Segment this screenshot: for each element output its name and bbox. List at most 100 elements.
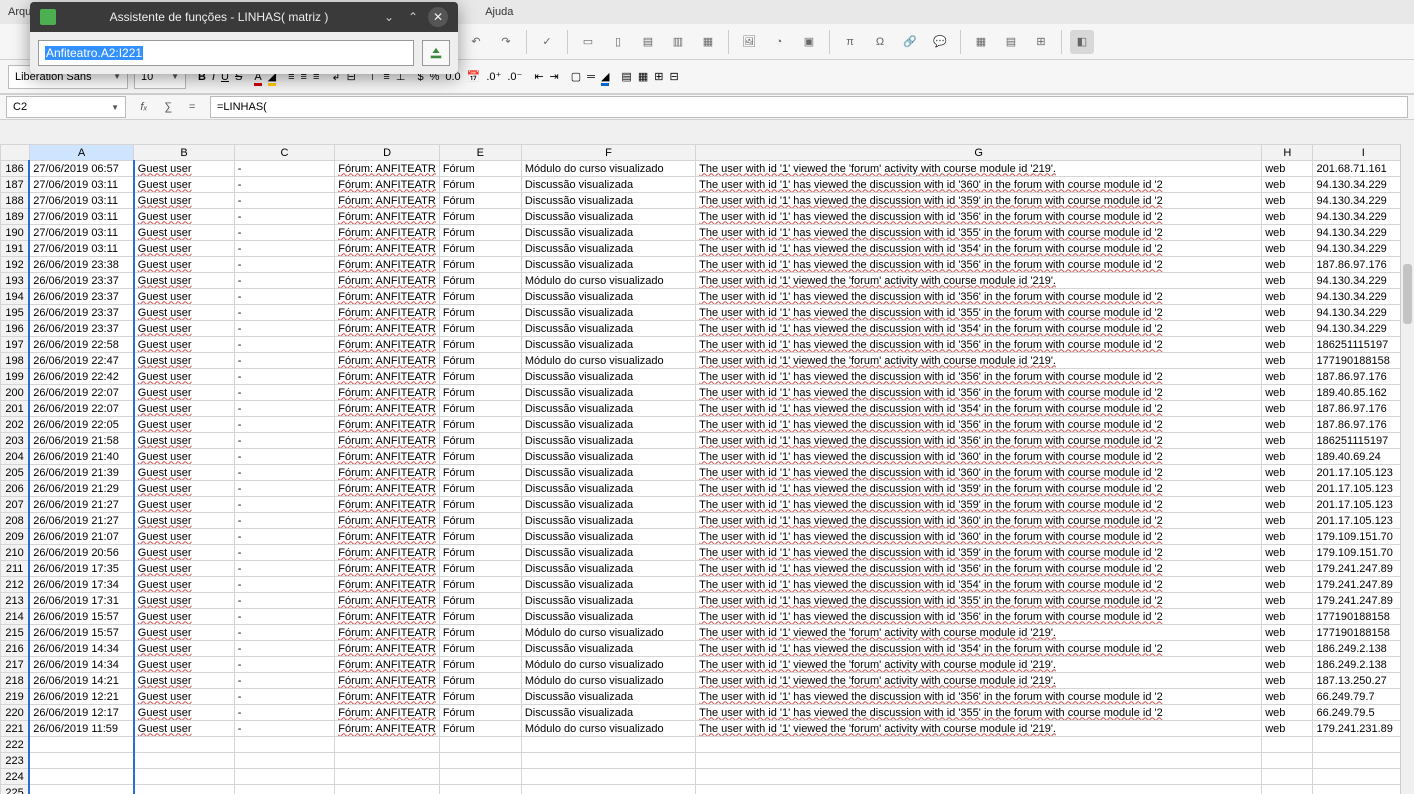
hyperlink-icon[interactable]: 🔗 — [898, 30, 922, 54]
headers-icon[interactable]: ▦ — [969, 30, 993, 54]
row-header[interactable]: 189 — [1, 209, 30, 225]
table-row[interactable]: 199 26/06/2019 22:42 Guest user - Fórum:… — [1, 369, 1414, 385]
sort-desc-icon[interactable]: ▥ — [666, 30, 690, 54]
row-header[interactable]: 204 — [1, 449, 30, 465]
sort-asc-icon[interactable]: ▤ — [636, 30, 660, 54]
indent-inc-icon[interactable]: ⇥ — [550, 70, 559, 83]
table-row[interactable]: 217 26/06/2019 14:34 Guest user - Fórum:… — [1, 657, 1414, 673]
row-header[interactable]: 188 — [1, 193, 30, 209]
table-row[interactable]: 219 26/06/2019 12:21 Guest user - Fórum:… — [1, 689, 1414, 705]
table-row[interactable]: 206 26/06/2019 21:29 Guest user - Fórum:… — [1, 481, 1414, 497]
col-header-G[interactable]: G — [696, 145, 1262, 161]
table-row[interactable]: 211 26/06/2019 17:35 Guest user - Fórum:… — [1, 561, 1414, 577]
table-row[interactable]: 223 — [1, 753, 1414, 769]
row-header[interactable]: 222 — [1, 737, 30, 753]
indent-dec-icon[interactable]: ⇤ — [534, 70, 543, 83]
table-row[interactable]: 195 26/06/2019 23:37 Guest user - Fórum:… — [1, 305, 1414, 321]
date-icon[interactable]: 📅 — [467, 70, 481, 83]
table-row[interactable]: 207 26/06/2019 21:27 Guest user - Fórum:… — [1, 497, 1414, 513]
table-row[interactable]: 225 — [1, 785, 1414, 794]
col-header-H[interactable]: H — [1262, 145, 1313, 161]
row-header[interactable]: 213 — [1, 593, 30, 609]
row-header[interactable]: 186 — [1, 161, 30, 177]
table-row[interactable]: 190 27/06/2019 03:11 Guest user - Fórum:… — [1, 225, 1414, 241]
row-header[interactable]: 219 — [1, 689, 30, 705]
spellcheck-icon[interactable]: ✓ — [535, 30, 559, 54]
sidebar-toggle-icon[interactable]: ◧ — [1070, 30, 1094, 54]
col-header-E[interactable]: E — [439, 145, 521, 161]
table-row[interactable]: 218 26/06/2019 14:21 Guest user - Fórum:… — [1, 673, 1414, 689]
split-icon[interactable]: ⊞ — [1029, 30, 1053, 54]
table-row[interactable]: 208 26/06/2019 21:27 Guest user - Fórum:… — [1, 513, 1414, 529]
table-row[interactable]: 210 26/06/2019 20:56 Guest user - Fórum:… — [1, 545, 1414, 561]
table-row[interactable]: 197 26/06/2019 22:58 Guest user - Fórum:… — [1, 337, 1414, 353]
chart-icon[interactable]: ◔ — [767, 30, 791, 54]
assistant-titlebar[interactable]: Assistente de funções - LINHAS( matriz )… — [30, 2, 458, 32]
table-row[interactable]: 191 27/06/2019 03:11 Guest user - Fórum:… — [1, 241, 1414, 257]
shrink-dialog-button[interactable] — [422, 40, 450, 66]
table-row[interactable]: 188 27/06/2019 03:11 Guest user - Fórum:… — [1, 193, 1414, 209]
row-header[interactable]: 208 — [1, 513, 30, 529]
row-header[interactable]: 207 — [1, 497, 30, 513]
col-header-B[interactable]: B — [134, 145, 234, 161]
equals-icon[interactable]: = — [182, 97, 202, 117]
row-header[interactable]: 187 — [1, 177, 30, 193]
table-row[interactable]: 203 26/06/2019 21:58 Guest user - Fórum:… — [1, 433, 1414, 449]
row-header[interactable]: 195 — [1, 305, 30, 321]
row-header[interactable]: 220 — [1, 705, 30, 721]
row-header[interactable]: 221 — [1, 721, 30, 737]
spreadsheet-grid[interactable]: ABCDEFGHI 186 27/06/2019 06:57 Guest use… — [0, 144, 1414, 794]
col-header-F[interactable]: F — [521, 145, 695, 161]
table-row[interactable]: 220 26/06/2019 12:17 Guest user - Fórum:… — [1, 705, 1414, 721]
decimal-inc-icon[interactable]: .0⁺ — [486, 70, 501, 83]
table-row[interactable]: 205 26/06/2019 21:39 Guest user - Fórum:… — [1, 465, 1414, 481]
row-header[interactable]: 212 — [1, 577, 30, 593]
table-row[interactable]: 221 26/06/2019 11:59 Guest user - Fórum:… — [1, 721, 1414, 737]
col-header-C[interactable]: C — [234, 145, 334, 161]
table-row[interactable]: 202 26/06/2019 22:05 Guest user - Fórum:… — [1, 417, 1414, 433]
pi-icon[interactable]: π — [838, 30, 862, 54]
row-header[interactable]: 193 — [1, 273, 30, 289]
row-header[interactable]: 192 — [1, 257, 30, 273]
function-wizard-icon[interactable]: fₓ — [134, 97, 154, 117]
table-row[interactable]: 212 26/06/2019 17:34 Guest user - Fórum:… — [1, 577, 1414, 593]
scrollbar-thumb[interactable] — [1403, 264, 1412, 324]
assistant-range-input[interactable]: Anfiteatro.A2:I221 — [38, 40, 414, 66]
table-row[interactable]: 213 26/06/2019 17:31 Guest user - Fórum:… — [1, 593, 1414, 609]
row-header[interactable]: 225 — [1, 785, 30, 794]
table-row[interactable]: 214 26/06/2019 15:57 Guest user - Fórum:… — [1, 609, 1414, 625]
omega-icon[interactable]: Ω — [868, 30, 892, 54]
chevron-up-icon[interactable]: ⌃ — [404, 8, 422, 26]
row-header[interactable]: 209 — [1, 529, 30, 545]
table-row[interactable]: 196 26/06/2019 23:37 Guest user - Fórum:… — [1, 321, 1414, 337]
col-header-D[interactable]: D — [335, 145, 440, 161]
chevron-down-icon[interactable]: ⌄ — [380, 8, 398, 26]
insert-image-icon[interactable]: 🖼 — [737, 30, 761, 54]
borders-icon[interactable]: ▢ — [571, 70, 581, 83]
undo-icon[interactable]: ↶ — [464, 30, 488, 54]
cond-format-icon[interactable]: ▤ — [621, 70, 631, 83]
row-header[interactable]: 205 — [1, 465, 30, 481]
row-header[interactable]: 199 — [1, 369, 30, 385]
row-header[interactable]: 224 — [1, 769, 30, 785]
row-header[interactable]: 200 — [1, 385, 30, 401]
table-row[interactable]: 198 26/06/2019 22:47 Guest user - Fórum:… — [1, 353, 1414, 369]
row-header[interactable]: 217 — [1, 657, 30, 673]
delete-rows-icon[interactable]: ⊟ — [669, 70, 678, 83]
table-row[interactable]: 204 26/06/2019 21:40 Guest user - Fórum:… — [1, 449, 1414, 465]
row-header[interactable]: 198 — [1, 353, 30, 369]
formula-input[interactable]: =LINHAS( — [210, 96, 1408, 118]
row-header[interactable]: 210 — [1, 545, 30, 561]
row-header[interactable]: 214 — [1, 609, 30, 625]
col-header-A[interactable]: A — [29, 145, 134, 161]
redo-icon[interactable]: ↷ — [494, 30, 518, 54]
close-icon[interactable]: ✕ — [428, 7, 448, 27]
table-row[interactable]: 222 — [1, 737, 1414, 753]
row-header[interactable]: 218 — [1, 673, 30, 689]
table-row[interactable]: 193 26/06/2019 23:37 Guest user - Fórum:… — [1, 273, 1414, 289]
table-row[interactable]: 201 26/06/2019 22:07 Guest user - Fórum:… — [1, 401, 1414, 417]
row-header[interactable]: 206 — [1, 481, 30, 497]
border-style-icon[interactable]: ═ — [587, 71, 595, 83]
table-row[interactable]: 187 27/06/2019 03:11 Guest user - Fórum:… — [1, 177, 1414, 193]
row-header[interactable]: 196 — [1, 321, 30, 337]
